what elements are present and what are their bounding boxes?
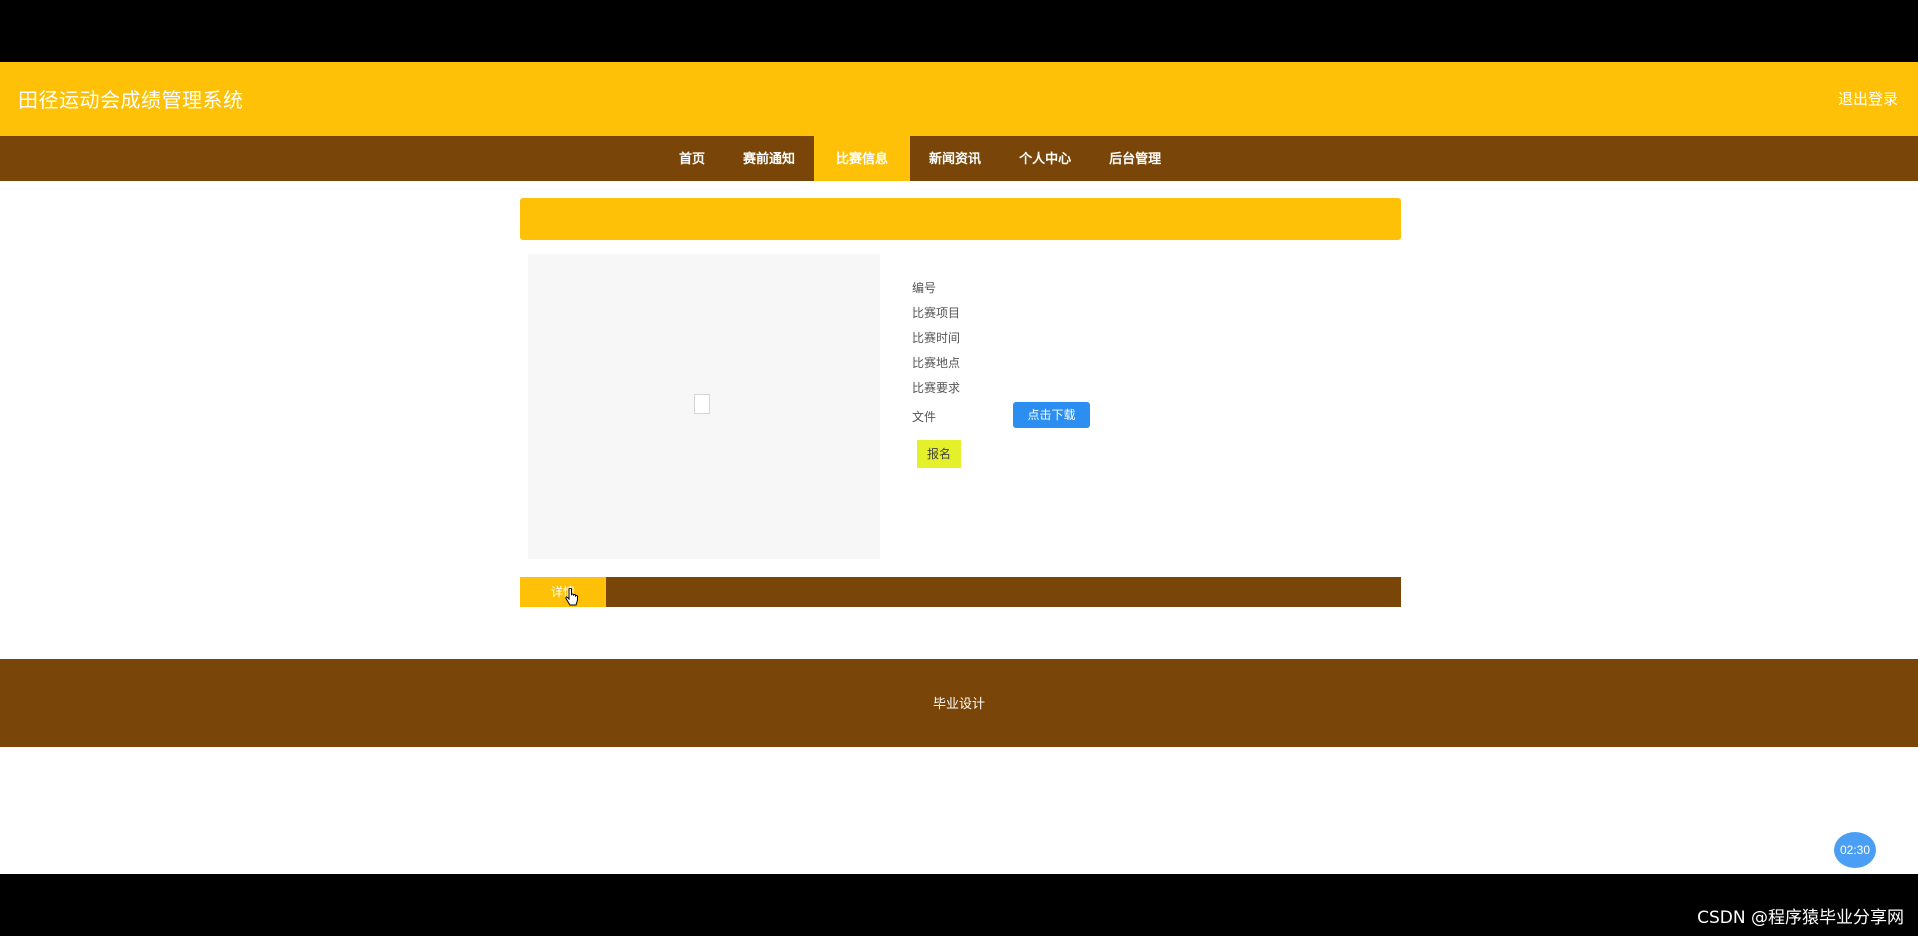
field-label: 编号: [912, 281, 937, 295]
field-label: 比赛时间: [912, 331, 961, 345]
detail-tab-bar: 详情: [520, 577, 1401, 607]
detail-title-bar: [520, 198, 1401, 240]
timer-badge: 02:30: [1834, 832, 1876, 868]
file-label: 文件: [912, 410, 937, 424]
field-label: 比赛项目: [912, 306, 961, 320]
field-row: 比赛时间: [912, 326, 1392, 351]
nav-item-personal-center[interactable]: 个人中心: [1000, 136, 1090, 181]
signup-button[interactable]: 报名: [917, 440, 961, 468]
competition-image: [528, 254, 880, 559]
browser-viewport: 田径运动会成绩管理系统 退出登录 首页 赛前通知 比赛信息 新闻资讯 个人中心 …: [0, 62, 1918, 874]
nav-item-news[interactable]: 新闻资讯: [910, 136, 1000, 181]
nav-item-home[interactable]: 首页: [660, 136, 724, 181]
field-label: 比赛地点: [912, 356, 961, 370]
nav-item-competition-info[interactable]: 比赛信息: [814, 136, 911, 181]
field-row: 编号: [912, 276, 1392, 301]
watermark-text: CSDN @程序猿毕业分享网: [1697, 908, 1904, 928]
logout-link[interactable]: 退出登录: [1838, 88, 1898, 109]
file-row: 文件 点击下载: [912, 402, 1392, 430]
field-row: 比赛地点: [912, 351, 1392, 376]
broken-image-icon: [694, 394, 710, 414]
nav-item-admin[interactable]: 后台管理: [1090, 136, 1180, 181]
nav-item-pre-match-notice[interactable]: 赛前通知: [724, 136, 814, 181]
field-label: 比赛要求: [912, 381, 961, 395]
hand-cursor-icon: [565, 588, 578, 606]
tab-detail[interactable]: 详情: [520, 577, 606, 607]
field-row: 比赛项目: [912, 301, 1392, 326]
download-button[interactable]: 点击下载: [1013, 402, 1090, 428]
field-row: 比赛要求: [912, 376, 1392, 401]
main-nav: 首页 赛前通知 比赛信息 新闻资讯 个人中心 后台管理: [0, 136, 1918, 181]
page-footer: 毕业设计: [0, 659, 1918, 747]
top-header: 田径运动会成绩管理系统 退出登录: [0, 62, 1918, 136]
footer-text: 毕业设计: [932, 696, 985, 711]
detail-fields: 编号 比赛项目 比赛时间 比赛地点 比赛要求: [912, 276, 1392, 401]
site-title: 田径运动会成绩管理系统: [18, 90, 244, 112]
